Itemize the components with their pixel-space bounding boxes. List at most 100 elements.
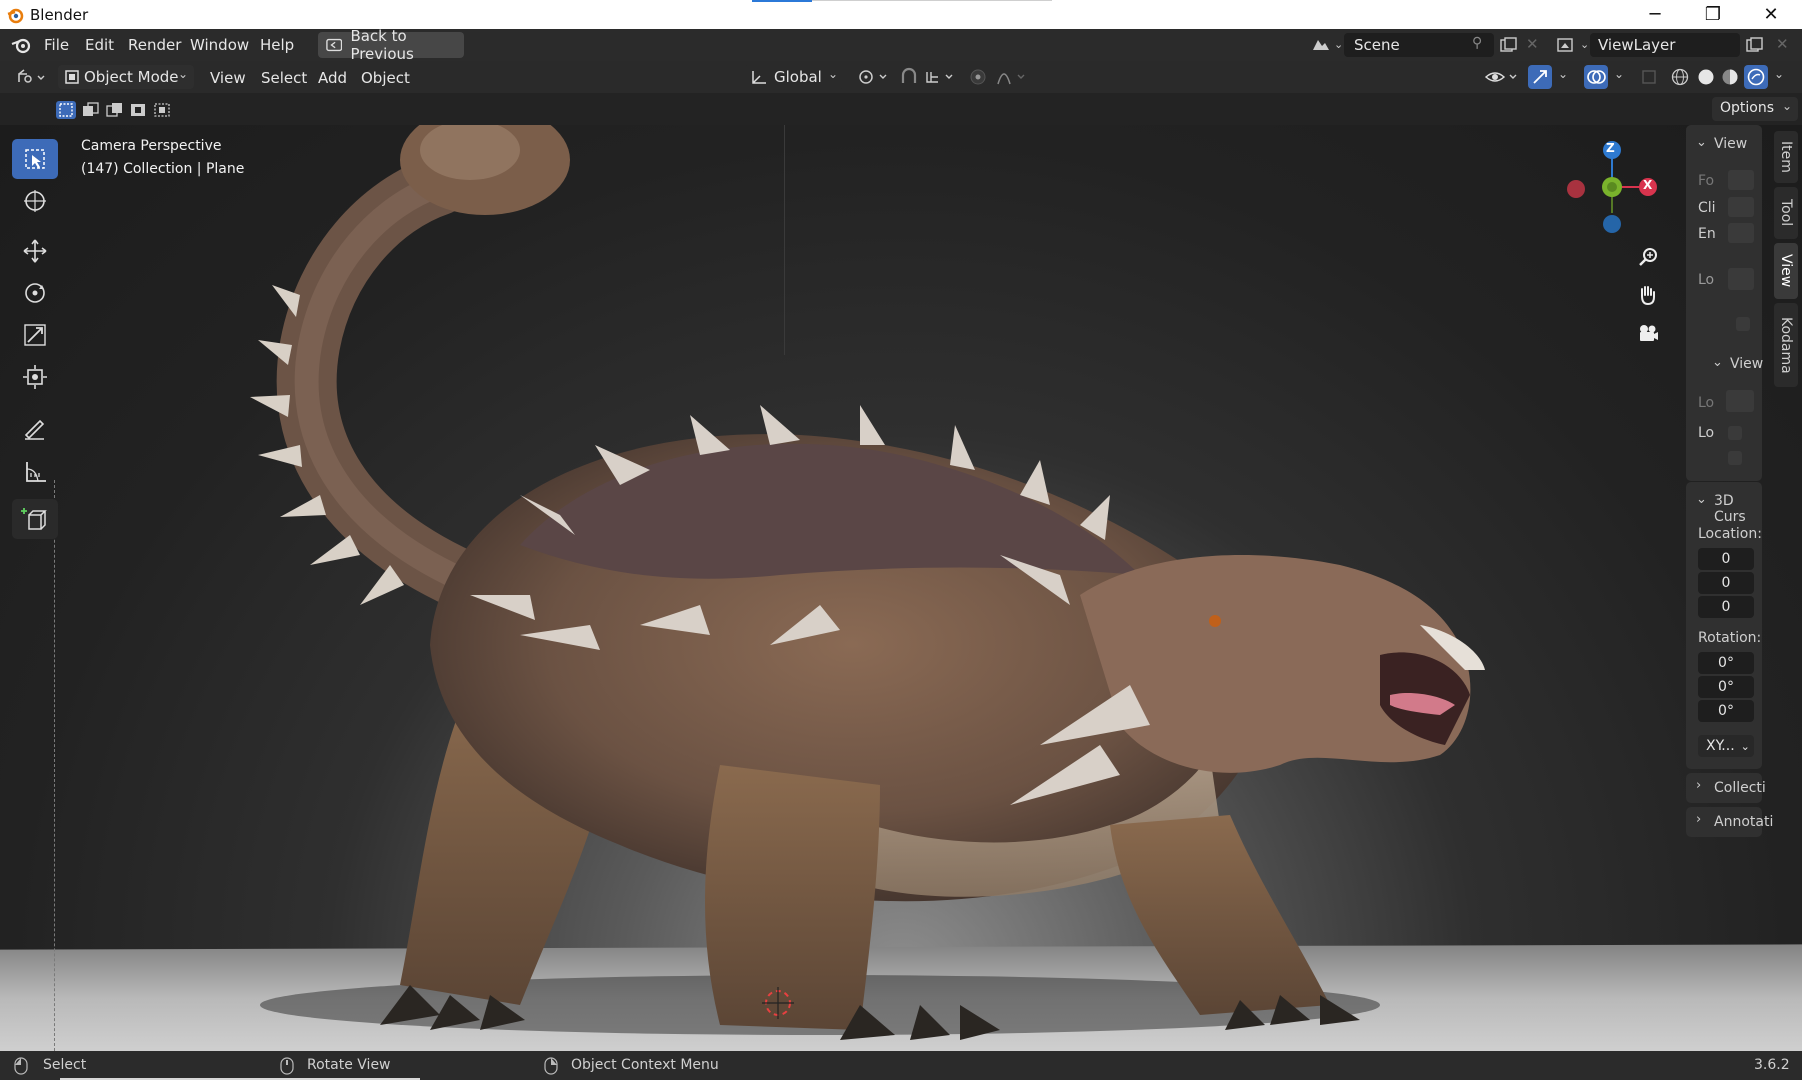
clip-start-field[interactable] <box>1728 197 1754 217</box>
orientation-axes-icon <box>752 71 766 84</box>
move-tool-button[interactable] <box>12 231 58 271</box>
menu-help[interactable]: Help <box>260 36 294 54</box>
select-intersect-icon[interactable] <box>152 101 172 119</box>
transform-tool-button[interactable] <box>12 357 58 397</box>
header-menu-view[interactable]: View <box>210 69 246 87</box>
collection-chevron-right-icon: › <box>1696 778 1702 793</box>
show-overlays-toggle[interactable] <box>1584 65 1608 89</box>
npanel-collection-section[interactable]: › Collecti <box>1686 773 1766 803</box>
menu-edit[interactable]: Edit <box>85 36 114 54</box>
header-menu-add[interactable]: Add <box>318 69 347 87</box>
local-checkbox-1[interactable] <box>1736 317 1750 331</box>
select-extend-icon[interactable] <box>80 101 100 119</box>
lock-camera-checkbox[interactable] <box>1728 451 1742 465</box>
viewlayer-name-field[interactable]: ViewLayer <box>1590 33 1740 57</box>
cursor-rotation-y-field[interactable]: 0° <box>1698 676 1754 698</box>
window-titlebar: Blender ─ ❐ ✕ <box>0 0 1802 29</box>
rotate-tool-button[interactable] <box>12 273 58 313</box>
delete-scene-icon[interactable]: ✕ <box>1526 35 1539 53</box>
header-menu-select[interactable]: Select <box>261 69 307 87</box>
xray-toggle-icon[interactable] <box>1640 68 1660 86</box>
select-box-tool-button[interactable] <box>12 139 58 179</box>
view-lock-header[interactable]: View <box>1730 356 1763 372</box>
lock-to-cursor-checkbox[interactable] <box>1728 426 1742 440</box>
scene-icon[interactable] <box>1310 36 1332 54</box>
select-invert-icon[interactable] <box>128 101 148 119</box>
back-to-previous-button[interactable]: Back to Previous <box>318 27 464 63</box>
maximize-button[interactable]: ❐ <box>1690 0 1736 29</box>
3d-viewport[interactable]: Camera Perspective (147) Collection | Pl… <box>0 125 1802 1051</box>
visibility-eye-icon[interactable] <box>1484 68 1520 86</box>
menu-file[interactable]: File <box>44 36 69 54</box>
annotate-tool-button[interactable] <box>12 408 58 448</box>
zoom-magnifier-icon[interactable] <box>1636 245 1660 269</box>
falloff-curve-icon[interactable] <box>996 68 1030 86</box>
wireframe-shading-icon[interactable] <box>1670 67 1690 87</box>
new-viewlayer-icon[interactable] <box>1746 37 1764 53</box>
material-preview-shading-icon[interactable] <box>1720 67 1740 87</box>
npanel-annotation-section[interactable]: › Annotati <box>1686 807 1773 837</box>
cursor-rotation-z-field[interactable]: 0° <box>1698 700 1754 722</box>
overlays-dropdown-chevron-icon[interactable]: ⌄ <box>1614 67 1624 81</box>
cursor-section-header[interactable]: 3D Curs <box>1714 493 1762 525</box>
options-dropdown[interactable]: Options ⌄ <box>1712 97 1798 121</box>
annotate-pencil-icon <box>24 419 45 440</box>
proportional-editing-icon[interactable] <box>968 67 988 87</box>
view-section-header[interactable]: View <box>1714 136 1747 152</box>
cursor-location-x-field[interactable]: 0 <box>1698 548 1754 570</box>
close-button[interactable]: ✕ <box>1748 0 1794 29</box>
move-arrows-icon <box>23 239 47 263</box>
pin-icon[interactable]: ⚲ <box>1472 35 1482 51</box>
clip-end-field[interactable] <box>1728 223 1754 243</box>
delete-viewlayer-icon[interactable]: ✕ <box>1776 35 1789 53</box>
status-bar: Select Rotate View Object Context Menu 3… <box>0 1051 1802 1080</box>
rotation-mode-label: XY... <box>1706 738 1735 754</box>
cursor-section-chevron-icon[interactable]: ⌄ <box>1696 492 1707 507</box>
view-section-chevron-icon[interactable]: ⌄ <box>1696 135 1707 150</box>
transform-orientation-dropdown[interactable]: Global ⌄ <box>744 65 844 89</box>
gizmo-x-label: X <box>1643 178 1653 192</box>
measure-tool-button[interactable] <box>12 452 58 492</box>
minimize-button[interactable]: ─ <box>1632 0 1678 29</box>
sidetab-item[interactable]: Item <box>1774 131 1798 183</box>
cursor-location-z-field[interactable]: 0 <box>1698 596 1754 618</box>
snap-toggle-icon[interactable] <box>898 67 920 87</box>
new-scene-icon[interactable] <box>1500 37 1518 53</box>
focal-length-field[interactable] <box>1728 170 1754 190</box>
status-select-hint: Select <box>43 1057 87 1073</box>
sidetab-view[interactable]: View <box>1774 243 1798 299</box>
scene-name-field[interactable]: Scene ⚲ <box>1344 33 1494 57</box>
clip-end-label: En <box>1698 226 1716 242</box>
scene-dropdown-chevron-icon[interactable]: ⌄ <box>1334 38 1343 51</box>
blender-menu-icon[interactable] <box>10 35 32 55</box>
object-mode-dropdown[interactable]: Object Mode ⌄ <box>58 65 194 89</box>
menu-window[interactable]: Window <box>190 36 249 54</box>
gizmo-dropdown-chevron-icon[interactable]: ⌄ <box>1558 67 1568 81</box>
local-camera-field[interactable] <box>1728 268 1754 290</box>
editor-type-icon[interactable] <box>16 68 46 86</box>
rendered-shading-toggle[interactable] <box>1744 65 1768 89</box>
cursor-location-y-field[interactable]: 0 <box>1698 572 1754 594</box>
select-mode-new-button[interactable] <box>56 101 76 119</box>
cursor-rotation-x-field[interactable]: 0° <box>1698 652 1754 674</box>
viewlayer-dropdown-chevron-icon[interactable]: ⌄ <box>1580 38 1589 51</box>
rotation-mode-dropdown[interactable]: XY... ⌄ <box>1698 735 1754 757</box>
select-subtract-icon[interactable] <box>104 101 124 119</box>
cursor-tool-button[interactable] <box>12 181 58 221</box>
menu-render[interactable]: Render <box>128 36 181 54</box>
pivot-point-icon[interactable] <box>856 68 890 86</box>
sidetab-kodama[interactable]: Kodama <box>1774 303 1798 387</box>
sidetab-tool[interactable]: Tool <box>1774 187 1798 239</box>
show-gizmo-toggle[interactable] <box>1528 65 1552 89</box>
lock-to-object-field[interactable] <box>1726 390 1754 412</box>
solid-shading-icon[interactable] <box>1696 67 1716 87</box>
header-menu-object[interactable]: Object <box>361 69 410 87</box>
viewlayer-icon[interactable] <box>1556 36 1578 54</box>
view-lock-chevron-icon[interactable]: ⌄ <box>1712 355 1723 370</box>
pan-hand-icon[interactable] <box>1636 283 1660 307</box>
snap-target-icon[interactable] <box>924 68 958 86</box>
camera-view-icon[interactable] <box>1636 321 1660 345</box>
add-cube-tool-button[interactable] <box>12 499 58 539</box>
shading-dropdown-chevron-icon[interactable]: ⌄ <box>1774 67 1784 81</box>
scale-tool-button[interactable] <box>12 315 58 355</box>
